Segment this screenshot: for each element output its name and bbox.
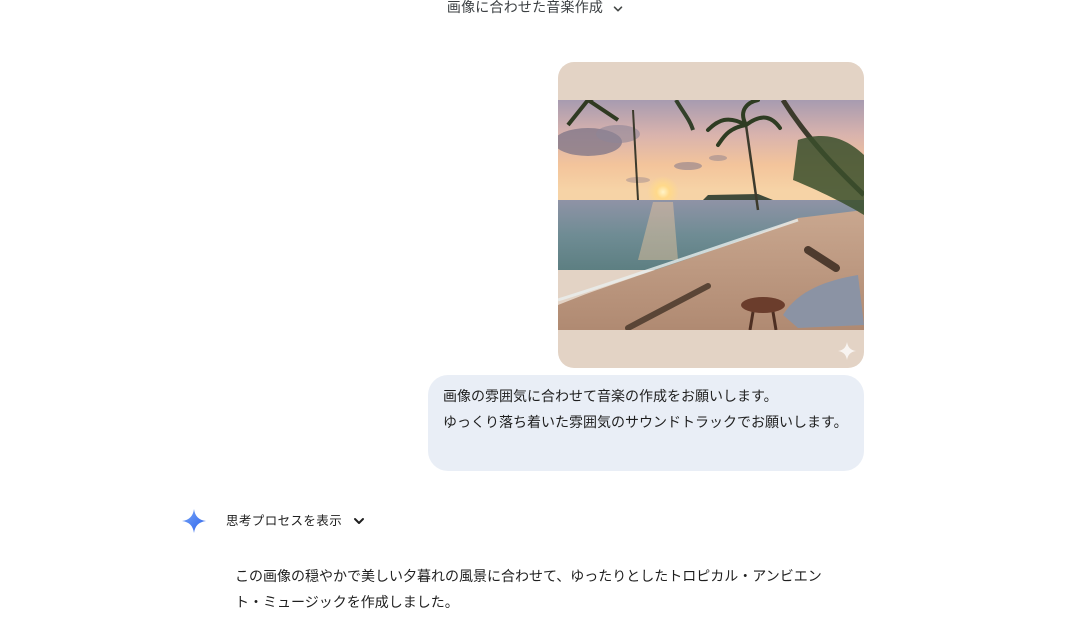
user-message-bubble: 画像の雰囲気に合わせて音楽の作成をお願いします。 ゆっくり落ち着いた雰囲気のサウ… (428, 375, 864, 471)
conversation-title: 画像に合わせた音楽作成 (446, 0, 604, 16)
top-bar: 画像に合わせた音楽作成 (0, 0, 1071, 22)
uploaded-image (558, 100, 864, 330)
chevron-down-icon (612, 3, 624, 15)
conversation-title-button[interactable]: 画像に合わせた音楽作成 (441, 0, 630, 17)
gemini-sparkle-icon (182, 509, 206, 533)
sparkle-icon (838, 342, 856, 360)
user-message-text: 画像の雰囲気に合わせて音楽の作成をお願いします。 ゆっくり落ち着いた雰囲気のサウ… (443, 389, 848, 431)
chevron-down-icon (352, 514, 366, 528)
show-thinking-toggle[interactable]: 思考プロセスを表示 (226, 513, 366, 529)
assistant-response-text: この画像の穏やかで美しい夕暮れの風景に合わせて、ゆったりとしたトロピカル・アンビ… (235, 569, 822, 611)
show-thinking-label: 思考プロセスを表示 (226, 513, 343, 528)
uploaded-image-card[interactable] (558, 62, 864, 368)
assistant-header: 思考プロセスを表示 (181, 508, 366, 534)
